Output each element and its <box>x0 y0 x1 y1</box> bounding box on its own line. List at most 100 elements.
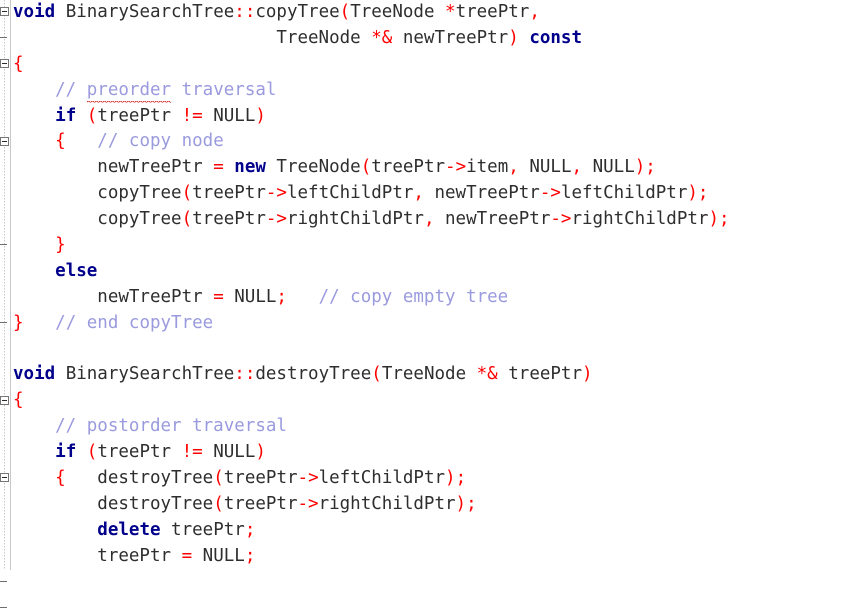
code-line[interactable]: if (treePtr != NULL) <box>11 440 859 466</box>
misspelled-word: preorder <box>87 78 171 104</box>
code-token: ); <box>687 183 708 203</box>
code-token: if <box>55 442 76 462</box>
code-token: NULL <box>203 106 256 126</box>
code-line[interactable]: TreeNode *& newTreePtr) const <box>11 26 859 52</box>
code-token: traversal <box>171 80 276 100</box>
code-token: { <box>55 131 66 151</box>
code-text-area[interactable]: void BinarySearchTree::copyTree(TreeNode… <box>11 0 859 570</box>
code-token: treePtr <box>224 494 298 514</box>
code-token: TreeNode <box>266 157 361 177</box>
code-token: destroyTree <box>66 468 214 488</box>
code-token: treePtr <box>192 183 266 203</box>
code-token: ( <box>87 106 98 126</box>
code-token: , <box>413 183 424 203</box>
code-token: ) <box>255 106 266 126</box>
code-token: { <box>55 468 66 488</box>
code-line[interactable]: destroyTree(treePtr->rightChildPtr); <box>11 492 859 518</box>
code-token <box>76 442 87 462</box>
code-line[interactable]: copyTree(treePtr->leftChildPtr, newTreeP… <box>11 181 859 207</box>
code-token: // end copyTree <box>24 313 214 333</box>
code-line[interactable]: if (treePtr != NULL) <box>11 104 859 130</box>
code-token: ( <box>361 157 372 177</box>
code-token: NULL <box>192 546 245 566</box>
code-line[interactable]: { <box>11 52 859 78</box>
code-token: -> <box>298 468 319 488</box>
code-line[interactable]: // preorder traversal <box>11 78 859 104</box>
code-token: // copy node <box>66 131 224 151</box>
code-token: copyTree <box>13 209 182 229</box>
code-token: treePtr <box>97 106 181 126</box>
code-token <box>76 106 87 126</box>
fold-collapse-icon[interactable] <box>0 473 9 482</box>
code-line[interactable]: void BinarySearchTree::copyTree(TreeNode… <box>11 0 859 26</box>
code-line[interactable]: { // copy node <box>11 129 859 155</box>
code-token: BinarySearchTree <box>55 2 234 22</box>
code-token: ( <box>213 494 224 514</box>
code-line[interactable]: newTreePtr = NULL; // copy empty tree <box>11 285 859 311</box>
code-line[interactable]: { <box>11 388 859 414</box>
code-token: NULL <box>582 157 635 177</box>
fold-collapse-icon[interactable] <box>0 59 9 68</box>
code-token: // <box>13 80 87 100</box>
code-token: { <box>13 390 24 410</box>
code-token: if <box>55 106 76 126</box>
code-token: void <box>13 364 55 384</box>
code-token: -> <box>550 209 571 229</box>
code-token: NULL <box>203 442 256 462</box>
code-line[interactable]: } // end copyTree <box>11 311 859 337</box>
code-token: newTreePtr <box>424 183 540 203</box>
code-token: , <box>572 157 583 177</box>
code-line[interactable]: } <box>11 233 859 259</box>
code-token: rightChildPtr <box>319 494 456 514</box>
code-line[interactable]: void BinarySearchTree::destroyTree(TreeN… <box>11 362 859 388</box>
code-token: item <box>466 157 508 177</box>
code-line[interactable]: treePtr = NULL; <box>11 544 859 570</box>
code-token: newTreePtr <box>13 157 213 177</box>
code-token <box>519 28 530 48</box>
code-token: -> <box>266 183 287 203</box>
code-token: } <box>55 235 66 255</box>
code-token: leftChildPtr <box>287 183 413 203</box>
code-token: *& <box>477 364 498 384</box>
fold-end-marker <box>0 581 7 582</box>
code-token: } <box>13 313 24 333</box>
code-line[interactable] <box>11 337 859 363</box>
code-token: ) <box>508 28 519 48</box>
code-token: destroyTree <box>255 364 371 384</box>
code-token: treePtr <box>161 520 245 540</box>
code-token: ( <box>182 209 193 229</box>
code-token <box>13 468 55 488</box>
code-line[interactable]: // postorder traversal <box>11 414 859 440</box>
code-token: ( <box>87 442 98 462</box>
code-token: :: <box>234 2 255 22</box>
code-token: *& <box>371 28 392 48</box>
code-token <box>13 261 55 281</box>
code-line[interactable]: copyTree(treePtr->rightChildPtr, newTree… <box>11 207 859 233</box>
code-token: = <box>182 546 193 566</box>
code-token: leftChildPtr <box>319 468 445 488</box>
code-token: treePtr <box>13 546 182 566</box>
code-token: leftChildPtr <box>561 183 687 203</box>
code-token: ); <box>456 494 477 514</box>
code-editor[interactable]: void BinarySearchTree::copyTree(TreeNode… <box>0 0 859 570</box>
code-token: ( <box>340 2 351 22</box>
fold-collapse-icon[interactable] <box>0 396 9 405</box>
code-token: ; <box>276 287 287 307</box>
code-token: TreeNode <box>382 364 477 384</box>
code-token: NULL <box>519 157 572 177</box>
code-token: NULL <box>224 287 277 307</box>
code-token: treePtr <box>192 209 266 229</box>
code-token: copyTree <box>13 183 182 203</box>
code-folding-gutter[interactable] <box>0 0 11 570</box>
code-token <box>13 106 55 126</box>
fold-collapse-icon[interactable] <box>0 137 9 146</box>
code-line[interactable]: newTreePtr = new TreeNode(treePtr->item,… <box>11 155 859 181</box>
fold-collapse-icon[interactable] <box>0 7 9 16</box>
code-token: = <box>213 157 224 177</box>
code-line[interactable]: delete treePtr; <box>11 518 859 544</box>
code-line[interactable]: else <box>11 259 859 285</box>
code-line[interactable]: { destroyTree(treePtr->leftChildPtr); <box>11 466 859 492</box>
code-token: -> <box>445 157 466 177</box>
code-token: // postorder traversal <box>13 416 287 436</box>
code-token <box>13 442 55 462</box>
